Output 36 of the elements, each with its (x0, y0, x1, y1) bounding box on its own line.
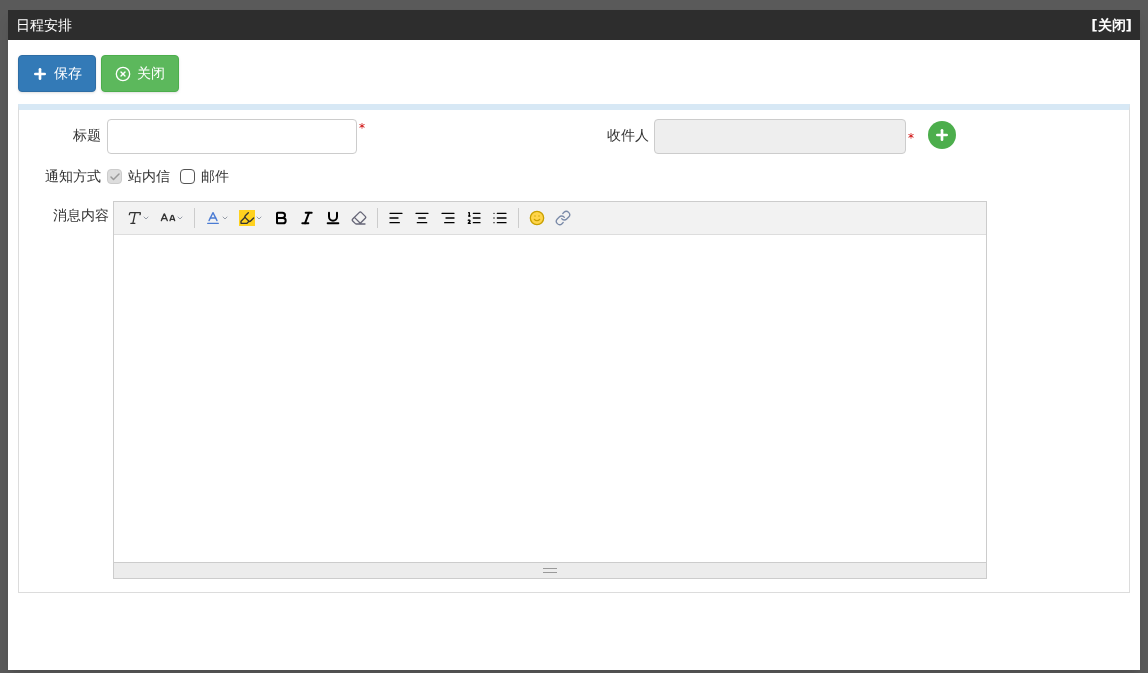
add-button[interactable] (928, 121, 956, 149)
checkbox-label: 站内信 (128, 167, 170, 186)
underline-icon (325, 210, 341, 226)
caret-icon (176, 214, 184, 222)
close-button[interactable]: 关闭 (101, 55, 179, 92)
italic-icon (299, 210, 315, 226)
link-icon (555, 210, 571, 226)
title-input[interactable] (107, 119, 357, 154)
font-color-icon (205, 210, 221, 226)
window-title: 日程安排 (16, 15, 72, 35)
field-label: 通知方式 (44, 167, 102, 186)
close-icon (115, 65, 131, 82)
align-left-icon (388, 210, 404, 226)
required-mark: * (358, 120, 365, 137)
field-label: 标题 (72, 126, 102, 145)
caret-icon (255, 214, 263, 222)
plus-icon (934, 127, 950, 143)
eraser-icon (351, 210, 367, 226)
plus-icon (32, 65, 48, 82)
resize-handle-icon (543, 568, 557, 573)
field-label: 收件人 (607, 126, 650, 145)
align-right-icon (440, 210, 456, 226)
checkbox-label: 邮件 (201, 167, 229, 186)
smiley-icon (529, 210, 545, 226)
bullet-list-icon (492, 210, 508, 226)
checkbox[interactable] (180, 169, 195, 184)
bold-icon (273, 210, 289, 226)
close-link[interactable]: [关闭] (1091, 14, 1132, 36)
align-center-icon (414, 210, 430, 226)
save-button[interactable]: 保存 (18, 55, 96, 92)
field-label: 消息内容 (52, 206, 110, 225)
highlight-icon (239, 210, 255, 226)
ordered-list-icon (466, 210, 482, 226)
caret-icon (142, 214, 150, 222)
required-mark: * (907, 130, 914, 147)
caret-icon (221, 214, 229, 222)
